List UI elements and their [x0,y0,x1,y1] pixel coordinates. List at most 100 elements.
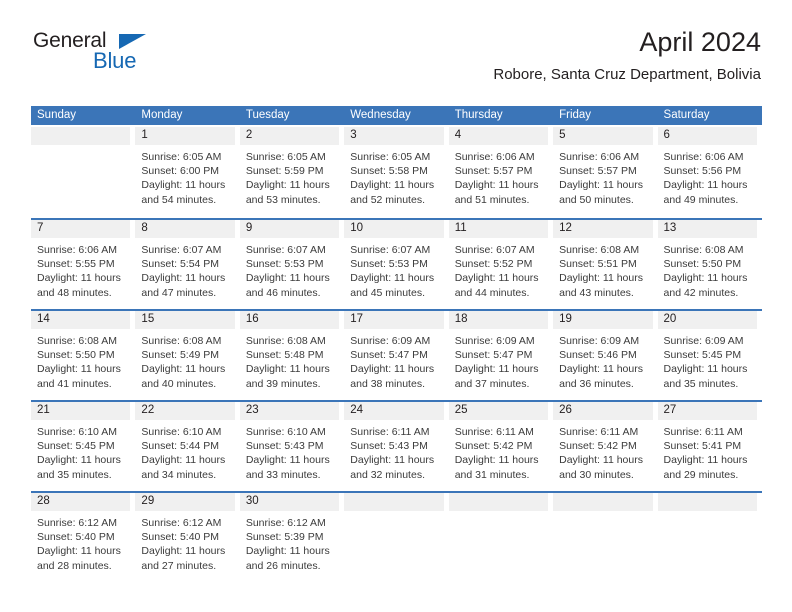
sun-info-line: Sunrise: 6:08 AM [245,335,326,347]
day-cell-19[interactable]: 19 Sunrise: 6:09 AM Sunset: 5:46 PM Dayligh… [553,311,657,400]
general-blue-logo[interactable]: General Blue [31,28,231,86]
day-cell-5[interactable]: 5 Sunrise: 6:06 AM Sunset: 5:57 PM Daylight… [553,127,657,218]
calendar-weeks: 1 Sunrise: 6:05 AM Sunset: 6:00 PM Daylight… [31,127,762,582]
day-cell-13[interactable]: 13 Sunrise: 6:08 AM Sunset: 5:50 PM Dayligh… [657,220,762,309]
day-cell-15[interactable]: 15 Sunrise: 6:08 AM Sunset: 5:49 PM Dayligh… [135,311,239,400]
sun-info-line: Sunrise: 6:11 AM [663,426,743,438]
sun-info-line: and 28 minutes. [37,559,112,572]
day-cell-21[interactable]: 21 Sunrise: 6:10 AM Sunset: 5:45 PM Dayligh… [31,402,135,491]
date-strip: 27 [657,402,757,420]
day-cell-6[interactable]: 6 Sunrise: 6:06 AM Sunset: 5:56 PM Daylight… [657,127,762,218]
date-number: 3 [350,129,357,142]
sun-info-line: Daylight: 11 hours [350,272,435,285]
sun-info-line: Sunrise: 6:05 AM [350,151,431,163]
day-cell-22[interactable]: 22 Sunrise: 6:10 AM Sunset: 5:44 PM Dayligh… [135,402,239,491]
sun-info-line: Sunrise: 6:11 AM [559,426,639,438]
sun-info-line: Sunrise: 6:08 AM [141,335,222,347]
sun-info-line: Sunset: 5:39 PM [245,531,324,544]
sun-info-line: Sunset: 5:48 PM [245,349,324,362]
location-subtitle: Robore, Santa Cruz Department, Bolivia [493,66,761,84]
day-cell-27[interactable]: 27 Sunrise: 6:11 AM Sunset: 5:41 PM Dayligh… [657,402,762,491]
day-cell-24[interactable]: 24 Sunrise: 6:11 AM Sunset: 5:43 PM Dayligh… [344,402,448,491]
day-cell-7[interactable]: 7 Sunrise: 6:06 AM Sunset: 5:55 PM Daylight… [31,220,135,309]
date-strip: 21 [31,402,131,420]
sun-info-line: Sunrise: 6:08 AM [663,244,744,256]
sun-info-line: Daylight: 11 hours [141,272,226,285]
day-cell-10[interactable]: 10 Sunrise: 6:07 AM Sunset: 5:53 PM Dayligh… [344,220,448,309]
date-strip: 26 [553,402,653,420]
date-strip [553,493,653,511]
sun-info: Sunrise: 6:11 AM Sunset: 5:43 PM Daylight:… [344,420,443,482]
sun-info-line: and 51 minutes. [454,193,530,206]
sun-info: Sunrise: 6:09 AM Sunset: 5:45 PM Daylight:… [658,329,757,391]
sun-info-line: Sunrise: 6:10 AM [141,426,222,438]
day-cell-14[interactable]: 14 Sunrise: 6:08 AM Sunset: 5:50 PM Dayligh… [31,311,135,400]
day-cell-11[interactable]: 11 Sunrise: 6:07 AM Sunset: 5:52 PM Dayligh… [448,220,553,309]
sun-info-line: Sunset: 5:57 PM [454,165,533,178]
date-number: 2 [245,129,253,142]
day-cell-26[interactable]: 26 Sunrise: 6:11 AM Sunset: 5:42 PM Dayligh… [553,402,657,491]
sun-info-line: and 35 minutes. [37,468,112,481]
date-number: 24 [350,404,364,417]
day-cell-29[interactable]: 29 Sunrise: 6:12 AM Sunset: 5:40 PM Dayligh… [135,493,239,582]
sun-info-line: Sunrise: 6:10 AM [37,426,117,438]
date-number: 27 [663,404,677,417]
day-cell-12[interactable]: 12 Sunrise: 6:08 AM Sunset: 5:51 PM Dayligh… [553,220,657,309]
day-cell-23[interactable]: 23 Sunrise: 6:10 AM Sunset: 5:43 PM Dayligh… [239,402,344,491]
day-cell-25[interactable]: 25 Sunrise: 6:11 AM Sunset: 5:42 PM Dayligh… [448,402,553,491]
day-of-week-header-thursday: Thursday [454,108,503,121]
day-cell-20[interactable]: 20 Sunrise: 6:09 AM Sunset: 5:45 PM Dayligh… [657,311,762,400]
sun-info-line: Sunrise: 6:05 AM [245,151,326,163]
sun-info-line: and 35 minutes. [663,377,739,390]
sun-info-line: Sunrise: 6:06 AM [663,151,744,163]
sun-info-line: Sunrise: 6:06 AM [37,244,117,256]
date-number: 14 [37,313,50,326]
day-cell-30[interactable]: 30 Sunrise: 6:12 AM Sunset: 5:39 PM Dayligh… [239,493,344,582]
day-cell-18[interactable]: 18 Sunrise: 6:09 AM Sunset: 5:47 PM Dayligh… [448,311,553,400]
sun-info-line: and 46 minutes. [245,286,321,299]
sun-info: Sunrise: 6:09 AM Sunset: 5:46 PM Daylight:… [553,329,652,391]
sun-info-line: Sunset: 5:46 PM [559,349,637,362]
date-number: 9 [245,222,253,235]
sun-info-line: Sunset: 5:50 PM [663,258,742,271]
calendar-week-row: 21 Sunrise: 6:10 AM Sunset: 5:45 PM Dayligh… [31,400,762,491]
sun-info-line: Daylight: 11 hours [245,363,330,376]
date-number: 7 [37,222,44,235]
sun-info [344,511,443,516]
date-strip: 1 [135,127,235,145]
day-cell-9[interactable]: 9 Sunrise: 6:07 AM Sunset: 5:53 PM Daylight… [239,220,344,309]
day-cell-16[interactable]: 16 Sunrise: 6:08 AM Sunset: 5:48 PM Dayligh… [239,311,344,400]
sun-info: Sunrise: 6:10 AM Sunset: 5:43 PM Daylight:… [240,420,339,482]
sun-info: Sunrise: 6:11 AM Sunset: 5:42 PM Daylight:… [449,420,548,482]
day-of-week-header-tuesday: Tuesday [245,108,290,121]
date-number: 16 [245,313,259,326]
date-number: 10 [350,222,364,235]
date-strip: 24 [344,402,444,420]
day-cell-2[interactable]: 2 Sunrise: 6:05 AM Sunset: 5:59 PM Daylight… [239,127,344,218]
page-title: April 2024 [639,27,761,57]
sun-info: Sunrise: 6:05 AM Sunset: 5:58 PM Daylight:… [344,145,443,207]
sun-info: Sunrise: 6:05 AM Sunset: 5:59 PM Daylight:… [240,145,339,207]
day-cell-28[interactable]: 28 Sunrise: 6:12 AM Sunset: 5:40 PM Dayligh… [31,493,135,582]
day-cell-4[interactable]: 4 Sunrise: 6:06 AM Sunset: 5:57 PM Daylight… [448,127,553,218]
sun-info-line: Sunset: 5:55 PM [37,258,115,271]
masthead: General Blue April 2024 Robore, Santa Cr… [31,28,761,96]
day-cell-8[interactable]: 8 Sunrise: 6:07 AM Sunset: 5:54 PM Daylight… [135,220,239,309]
day-cell-3[interactable]: 3 Sunrise: 6:05 AM Sunset: 5:58 PM Daylight… [344,127,448,218]
day-of-week-header-wednesday: Wednesday [350,108,411,121]
day-cell-1[interactable]: 1 Sunrise: 6:05 AM Sunset: 6:00 PM Daylight… [135,127,239,218]
sun-info-line: Sunset: 5:58 PM [350,165,428,178]
date-number: 13 [663,222,677,235]
sun-info-line: Daylight: 11 hours [245,179,330,192]
date-number: 8 [141,222,148,235]
day-cell-17[interactable]: 17 Sunrise: 6:09 AM Sunset: 5:47 PM Dayligh… [344,311,448,400]
sun-info-line: and 50 minutes. [559,193,634,206]
sun-info [31,145,130,150]
sun-info-line: and 44 minutes. [454,286,530,299]
sun-info-line: Sunset: 5:50 PM [37,349,115,362]
date-number: 20 [663,313,677,326]
calendar-week-row: 14 Sunrise: 6:08 AM Sunset: 5:50 PM Dayligh… [31,309,762,400]
sun-info-line: Daylight: 11 hours [245,272,330,285]
date-strip: 4 [448,127,549,145]
sun-info-line: Sunset: 5:54 PM [141,258,220,271]
